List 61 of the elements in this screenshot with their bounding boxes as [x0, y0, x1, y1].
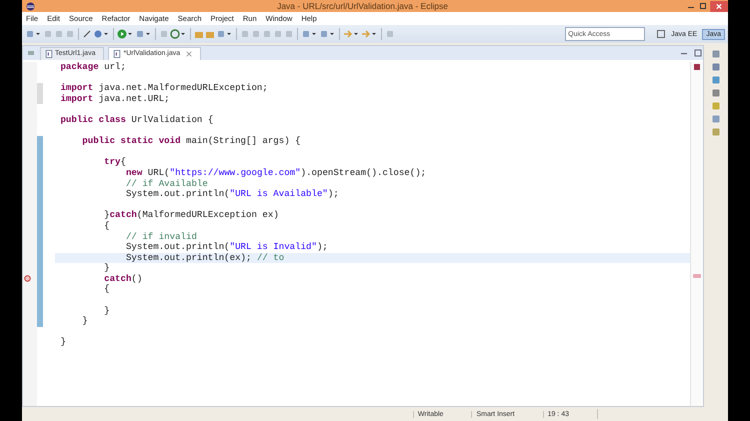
code-token: }	[103, 209, 110, 220]
dropdown-arrow-icon[interactable]	[372, 32, 376, 36]
code-token: System.out.println(	[124, 241, 230, 252]
code-token: catch	[103, 272, 132, 284]
code-token: );	[316, 241, 328, 252]
dropdown-arrow-icon[interactable]	[312, 32, 316, 36]
maximize-icon[interactable]	[698, 1, 708, 11]
dropdown-arrow-icon[interactable]	[104, 32, 108, 36]
code-token: new	[124, 166, 142, 178]
code-token: {	[103, 220, 110, 231]
code-token: System.out.println(ex);	[124, 252, 252, 263]
code-token: }	[103, 304, 110, 316]
code-token: ()	[131, 272, 142, 284]
error-marker-icon	[24, 275, 31, 282]
error-marker-icon	[693, 274, 701, 278]
maximize-icon[interactable]	[693, 48, 703, 58]
code-token: {	[120, 156, 126, 168]
code-token: System.out.println(	[124, 188, 230, 200]
code-token: try	[103, 156, 120, 168]
range-indicator	[37, 83, 43, 104]
code-token: public class	[60, 114, 126, 125]
dropdown-arrow-icon[interactable]	[128, 32, 132, 36]
code-token: // if invalid	[124, 230, 197, 242]
code-token: url;	[103, 61, 126, 72]
code-token: ).openStream().close();	[300, 166, 426, 178]
open-perspective-icon[interactable]	[656, 29, 666, 39]
code-token: (MalformedURLException ex)	[136, 209, 279, 220]
code-token: // to	[256, 252, 284, 263]
code-token: }	[60, 336, 66, 348]
minimized-view-icon[interactable]	[26, 48, 36, 58]
code-token: // if Available	[124, 178, 208, 189]
dropdown-arrow-icon[interactable]	[330, 32, 334, 36]
dropdown-arrow-icon[interactable]	[354, 32, 358, 36]
code-token: main(String[] args) {	[184, 135, 301, 146]
code-token: }	[103, 262, 110, 274]
code-token: UrlValidation {	[130, 114, 214, 125]
toolbar-icon[interactable]	[117, 29, 127, 39]
java-file-icon	[45, 50, 53, 58]
dropdown-arrow-icon[interactable]	[181, 32, 185, 36]
error-overview-icon	[694, 64, 700, 70]
close-icon[interactable]	[710, 0, 728, 12]
dropdown-arrow-icon[interactable]	[227, 32, 231, 36]
code-token: package	[60, 61, 99, 72]
java-file-icon	[113, 50, 122, 58]
window-title: Java - URL/src/url/UrlValidation.java - Eclipse	[276, 1, 449, 11]
code-token: catch	[110, 209, 137, 220]
dropdown-arrow-icon[interactable]	[146, 32, 150, 36]
code-token: import	[60, 92, 94, 104]
code-token: URL(	[146, 166, 170, 178]
code-token: java.net.MalformedURLException;	[98, 82, 268, 94]
code-token: import	[60, 82, 94, 94]
dropdown-arrow-icon[interactable]	[36, 32, 40, 36]
code-token: "https://www.google.com"	[170, 166, 301, 178]
code-token: }	[81, 315, 88, 326]
code-token: "URL is Available"	[230, 188, 328, 200]
code-token: {	[103, 283, 110, 294]
code-token: public static void	[81, 135, 181, 146]
code-token: java.net.URL;	[98, 92, 170, 104]
code-token: "URL is Invalid"	[230, 241, 317, 252]
close-icon[interactable]	[186, 50, 192, 56]
code-token: );	[328, 188, 339, 200]
